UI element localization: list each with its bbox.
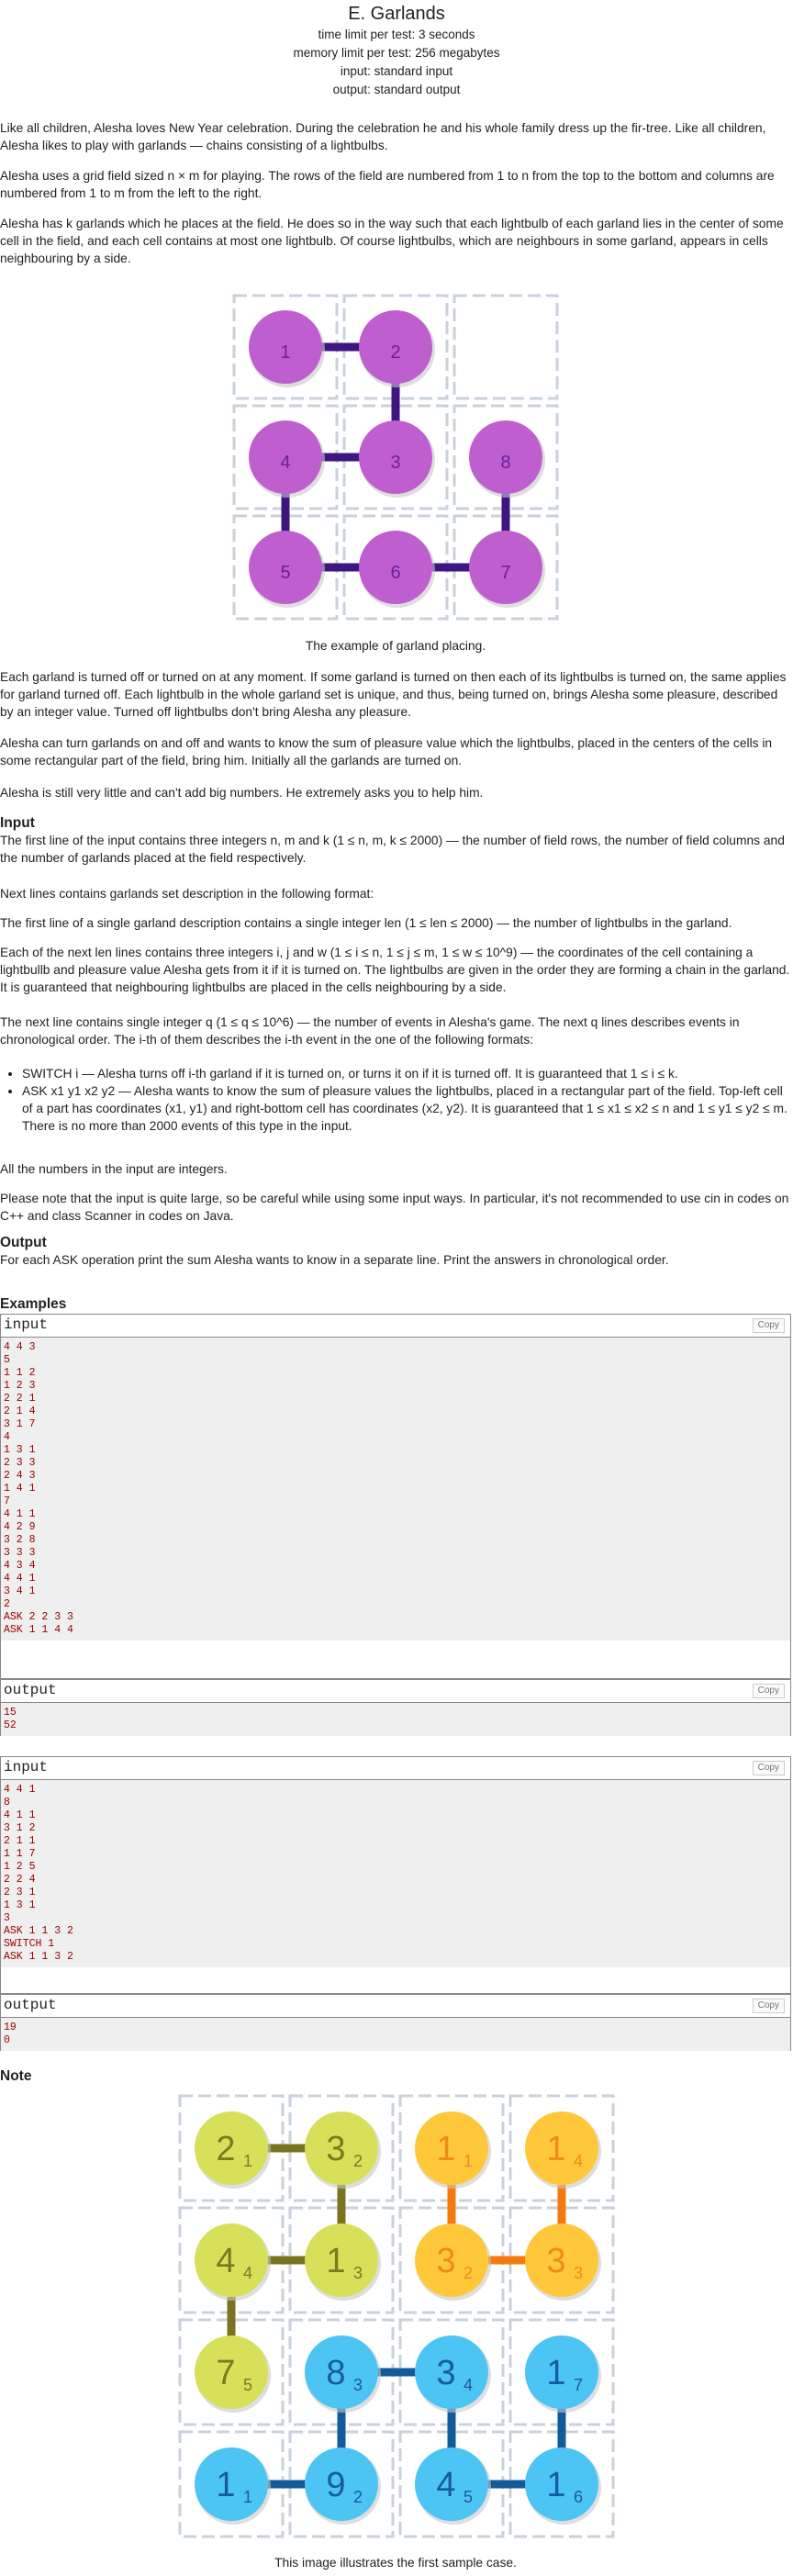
bulb-index: 6 <box>574 2488 583 2506</box>
bulb-index: 1 <box>243 2488 252 2506</box>
bulb-value: 1 <box>436 2130 455 2168</box>
bulb-value: 4 <box>216 2242 235 2280</box>
copy-button[interactable]: Copy <box>752 1318 785 1333</box>
input-p7: Please note that the input is quite larg… <box>0 1192 789 1223</box>
sample-illustration-figure: 2 1 3 24 4 1 37 51 1 1 43 2 3 38 3 3 4 1 71 1 9 2 4 5 1 6 <box>178 2094 615 2538</box>
copy-button[interactable]: Copy <box>752 1999 785 2013</box>
bulb-value: 1 <box>546 2466 565 2504</box>
time-limit: time limit per test: 3 seconds <box>318 28 475 41</box>
bulb-label: 1 <box>280 342 290 363</box>
bulb-index: 2 <box>353 2488 363 2506</box>
input-p4: Each of the next len lines contains thre… <box>0 946 790 994</box>
input-p6: All the numbers in the input are integer… <box>0 1162 228 1176</box>
bulb-index: 2 <box>353 2152 363 2170</box>
copy-button[interactable]: Copy <box>752 1761 785 1775</box>
example2-output-text: 19 0 <box>1 2018 790 2051</box>
input-spec: input: standard input <box>340 64 453 78</box>
bulb-index: 2 <box>464 2264 473 2282</box>
note-caption: This image illustrates the first sample … <box>274 2556 517 2570</box>
example1-output-box: output Copy 15 52 <box>0 1679 791 1736</box>
statement-p4: Each garland is turned off or turned on … <box>0 670 787 719</box>
input-p5: The next line contains single integer q … <box>0 1015 740 1047</box>
bulb-index: 4 <box>574 2152 583 2170</box>
statement-p2: Alesha uses a grid field sized n × m for… <box>0 169 775 200</box>
examples-heading: Examples <box>0 1296 67 1312</box>
example2-input-box: input Copy 4 4 1 8 4 1 1 3 1 2 2 1 1 1 1… <box>0 1756 791 1994</box>
bulb-label: 2 <box>390 342 400 363</box>
statement-p6: Alesha is still very little and can't ad… <box>0 786 484 800</box>
example1-output-text: 15 52 <box>1 1703 790 1736</box>
bulb-index: 7 <box>574 2376 583 2394</box>
bulb-label: 3 <box>390 453 400 473</box>
bulb-value: 3 <box>436 2242 455 2280</box>
example1-output-label: output <box>4 1682 57 1698</box>
bulb-label: 6 <box>390 563 400 583</box>
statement-p5: Alesha can turn garlands on and off and … <box>0 736 773 767</box>
copy-button[interactable]: Copy <box>752 1684 785 1698</box>
bulb-value: 1 <box>546 2354 565 2392</box>
problem-header: E. Garlands time limit per test: 3 secon… <box>0 0 793 99</box>
bulb-value: 9 <box>326 2466 345 2504</box>
grid-cell <box>452 294 559 400</box>
input-p2: Next lines contains garlands set descrip… <box>0 887 374 901</box>
bulb-value: 1 <box>326 2242 345 2280</box>
example2-output-box: output Copy 19 0 <box>0 1994 791 2051</box>
event-ask: ASK x1 y1 x2 y2 — Alesha wants to know t… <box>22 1082 791 1135</box>
output-spec: output: standard output <box>332 83 461 96</box>
bulb-index: 1 <box>243 2152 252 2170</box>
bulb-label: 8 <box>500 453 510 473</box>
bulb-index: 3 <box>353 2264 363 2282</box>
bulb-label: 7 <box>500 563 510 583</box>
example1-input-label: input <box>4 1316 49 1333</box>
bulb-index: 1 <box>464 2152 473 2170</box>
bulb-index: 3 <box>574 2264 583 2282</box>
event-switch: SWITCH i — Alesha turns off i-th garland… <box>22 1065 791 1082</box>
problem-title: E. Garlands <box>348 4 445 24</box>
input-p1: The first line of the input contains thr… <box>0 834 785 865</box>
bulb-value: 1 <box>546 2130 565 2168</box>
example2-input-text: 4 4 1 8 4 1 1 3 1 2 2 1 1 1 1 7 1 2 5 2 … <box>1 1780 790 1967</box>
output-section: Output For each ASK operation print the … <box>0 1235 791 1269</box>
output-heading: Output <box>0 1235 47 1250</box>
bulb-value: 3 <box>436 2354 455 2392</box>
bulb-value: 2 <box>216 2130 235 2168</box>
problem-page: E. Garlands time limit per test: 3 secon… <box>0 0 793 2570</box>
statement-p1: Like all children, Alesha loves New Year… <box>0 121 766 152</box>
example2-output-label: output <box>4 1997 57 2013</box>
example1-input-box: input Copy 4 4 3 5 1 1 2 1 2 3 2 2 1 2 1… <box>0 1314 791 1679</box>
bulb-index: 5 <box>464 2488 473 2506</box>
bulb-index: 5 <box>243 2376 252 2394</box>
bulb-index: 3 <box>353 2376 363 2394</box>
bulb-index: 4 <box>243 2264 252 2282</box>
bulb-value: 3 <box>546 2242 565 2280</box>
note-heading: Note <box>0 2068 32 2084</box>
statement-p3: Alesha has k garlands which he places at… <box>0 217 784 265</box>
memory-limit: memory limit per test: 256 megabytes <box>293 46 500 60</box>
bulb-index: 4 <box>464 2376 473 2394</box>
figure-caption: The example of garland placing. <box>305 639 486 653</box>
bulb-label: 5 <box>280 563 290 583</box>
input-section: Input The first line of the input contai… <box>0 815 791 867</box>
bulb-value: 4 <box>436 2466 455 2504</box>
example1-input-text: 4 4 3 5 1 1 2 1 2 3 2 2 1 2 1 4 3 1 7 4 … <box>1 1338 790 1641</box>
bulb-label: 4 <box>280 453 290 473</box>
input-p3: The first line of a single garland descr… <box>0 916 732 930</box>
bulb-value: 8 <box>326 2354 345 2392</box>
example2-input-label: input <box>4 1759 49 1775</box>
bulb-value: 3 <box>326 2130 345 2168</box>
output-p1: For each ASK operation print the sum Ale… <box>0 1253 669 1267</box>
event-list: SWITCH i — Alesha turns off i-th garland… <box>0 1065 791 1135</box>
garland-example-figure: 1 2 4 3 8 5 6 7 <box>232 294 559 621</box>
input-heading: Input <box>0 815 35 831</box>
bulb-value: 7 <box>216 2354 235 2392</box>
bulb-value: 1 <box>216 2466 235 2504</box>
